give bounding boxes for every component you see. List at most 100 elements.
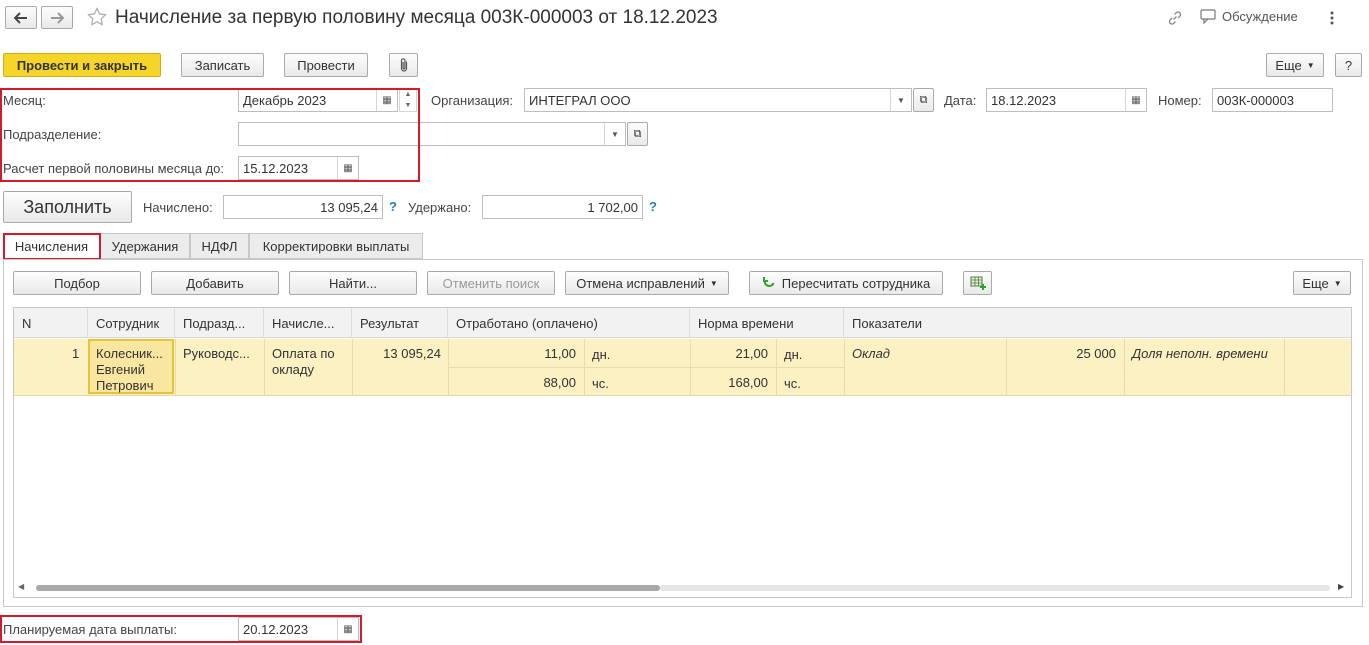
more-button[interactable]: Еще ▼ (1266, 53, 1324, 77)
date-label: Дата: (944, 93, 977, 108)
chevron-down-icon: ▼ (1306, 60, 1315, 70)
scroll-track[interactable] (660, 585, 1330, 591)
cancel-corrections-label: Отмена исправлений (576, 275, 705, 291)
pick-button[interactable]: Подбор (13, 271, 141, 295)
accrual-line-1: Оплата по (272, 346, 335, 361)
withheld-value: 1 702,00 (587, 199, 638, 215)
number-value: 003К-000003 (1217, 92, 1294, 108)
link-icon[interactable] (1167, 10, 1183, 29)
col-header-norm[interactable]: Норма времени (690, 308, 844, 338)
cell-worked-days: 11,00 (544, 346, 576, 361)
division-open-button[interactable]: ⧉ (627, 122, 648, 146)
cancel-corrections-button[interactable]: Отмена исправлений ▼ (565, 271, 729, 295)
number-field[interactable]: 003К-000003 (1212, 88, 1333, 112)
col-header-division[interactable]: Подразд... (175, 308, 264, 338)
cell-worked-hours: 88,00 (543, 375, 576, 390)
attach-button[interactable] (389, 53, 418, 77)
cell-n: 1 (72, 346, 80, 361)
table-more-button[interactable]: Еще ▼ (1293, 271, 1351, 295)
cell-division: Руководс... (183, 346, 250, 361)
cell-result: 13 095,24 (383, 346, 441, 361)
col-header-result[interactable]: Результат (352, 308, 448, 338)
cell-norm-days-unit: дн. (784, 347, 803, 362)
accrual-line-2: окладу (272, 362, 314, 377)
accrued-field: 13 095,24 (223, 195, 383, 219)
open-window-icon: ⧉ (919, 93, 928, 106)
find-button[interactable]: Найти... (289, 271, 417, 295)
post-button[interactable]: Провести (284, 53, 368, 77)
accrued-help-icon[interactable]: ? (389, 199, 397, 214)
chevron-down-icon: ▼ (1333, 278, 1342, 288)
cell-indicator-value: 25 000 (1076, 346, 1116, 361)
scroll-thumb[interactable] (36, 585, 660, 591)
org-label: Организация: (431, 93, 514, 108)
discussion-label: Обсуждение (1222, 9, 1298, 24)
arrow-right-icon (51, 11, 64, 24)
chevron-down-icon: ▼ (709, 278, 718, 288)
horizontal-scrollbar[interactable]: ◀ ▶ (14, 581, 1351, 595)
dropdown-arrow-icon[interactable]: ▼ (604, 123, 625, 145)
date-field[interactable]: 18.12.2023 ▦ (986, 88, 1147, 112)
accrued-value: 13 095,24 (320, 199, 378, 215)
back-button[interactable] (5, 6, 37, 29)
favorite-star-icon[interactable] (87, 7, 107, 30)
org-value: ИНТЕГРАЛ ООО (529, 92, 631, 108)
table-more-label: Еще (1302, 275, 1329, 291)
recalc-label: Пересчитать сотрудника (781, 275, 931, 291)
forward-button[interactable] (41, 6, 73, 29)
post-and-close-button[interactable]: Провести и закрыть (3, 53, 161, 77)
cell-indicator-name: Оклад (852, 346, 890, 361)
table-row[interactable]: 1 Колесник... Евгений Петрович Руководс.… (14, 339, 1351, 396)
calendar-icon[interactable]: ▦ (1125, 89, 1146, 111)
arrow-left-icon (14, 11, 27, 24)
open-window-icon: ⧉ (633, 127, 642, 140)
kebab-menu-icon[interactable] (1328, 10, 1336, 26)
help-button[interactable]: ? (1335, 53, 1362, 77)
paperclip-icon (400, 58, 407, 72)
table-header: N Сотрудник Подразд... Начисле... Резуль… (14, 308, 1351, 338)
tab-deductions[interactable]: Удержания (100, 233, 190, 259)
employee-line-2: Евгений (96, 362, 145, 377)
highlight-box-header (0, 88, 420, 182)
table-add-icon (970, 276, 986, 290)
add-button[interactable]: Добавить (151, 271, 279, 295)
tab-payment-adjustments[interactable]: Корректировки выплаты (249, 233, 423, 259)
withheld-help-icon[interactable]: ? (649, 199, 657, 214)
number-label: Номер: (1158, 93, 1202, 108)
accrued-label: Начислено: (143, 200, 213, 215)
table-settings-button[interactable] (963, 271, 992, 295)
date-value: 18.12.2023 (991, 92, 1057, 108)
withheld-field: 1 702,00 (482, 195, 643, 219)
scroll-left-icon[interactable]: ◀ (18, 582, 24, 591)
col-header-n[interactable]: N (14, 308, 88, 338)
org-open-button[interactable]: ⧉ (913, 88, 934, 112)
save-button[interactable]: Записать (181, 53, 264, 77)
highlight-box-footer (0, 615, 362, 643)
accruals-table[interactable]: N Сотрудник Подразд... Начисле... Резуль… (13, 307, 1352, 598)
chat-icon (1200, 9, 1216, 24)
col-header-employee[interactable]: Сотрудник (88, 308, 175, 338)
highlight-box-tab (3, 233, 101, 260)
cell-worked-hours-unit: чс. (592, 376, 609, 391)
cell-norm-hours: 168,00 (728, 375, 768, 390)
col-header-indicators[interactable]: Показатели (844, 308, 1351, 338)
withheld-label: Удержано: (408, 200, 472, 215)
employee-line-1: Колесник... (96, 346, 163, 361)
cancel-search-button[interactable]: Отменить поиск (427, 271, 555, 295)
cell-norm-hours-unit: чс. (784, 376, 801, 391)
page-title: Начисление за первую половину месяца 003… (115, 7, 718, 28)
cell-norm-days: 21,00 (735, 346, 768, 361)
col-header-accrual[interactable]: Начисле... (264, 308, 352, 338)
col-header-worked[interactable]: Отработано (оплачено) (448, 308, 690, 338)
fill-button[interactable]: Заполнить (3, 191, 132, 223)
cell-worked-days-unit: дн. (592, 347, 611, 362)
cell-indicator-name-2: Доля неполн. времени (1132, 346, 1268, 361)
tab-ndfl[interactable]: НДФЛ (190, 233, 249, 259)
more-label: Еще (1275, 57, 1302, 73)
discussion-button[interactable]: Обсуждение (1200, 9, 1298, 24)
dropdown-arrow-icon[interactable]: ▼ (890, 89, 911, 111)
employee-line-3: Петрович (96, 378, 154, 393)
recalc-employee-button[interactable]: Пересчитать сотрудника (749, 271, 943, 295)
org-field[interactable]: ИНТЕГРАЛ ООО ▼ (524, 88, 912, 112)
scroll-right-icon[interactable]: ▶ (1338, 582, 1344, 591)
